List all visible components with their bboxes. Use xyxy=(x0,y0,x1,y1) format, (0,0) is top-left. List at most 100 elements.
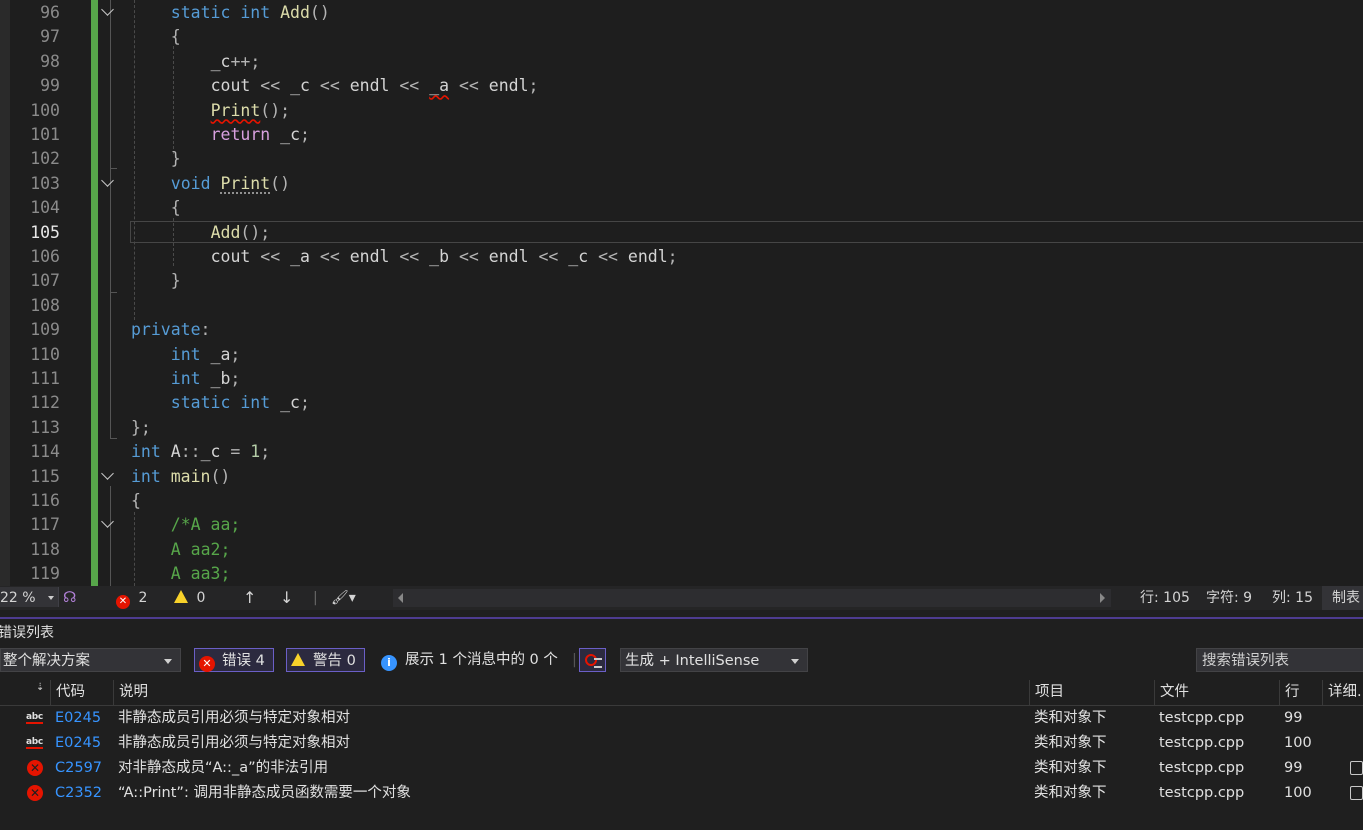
code-line[interactable]: 113}; xyxy=(0,416,1363,440)
column-header-code[interactable]: 代码 xyxy=(50,680,113,705)
collapse-chevron-icon[interactable] xyxy=(101,173,114,187)
warning-count-value: 0 xyxy=(196,590,206,606)
code-line[interactable]: 106 cout << _a << endl << _b << endl << _… xyxy=(0,245,1363,269)
copy-icon[interactable] xyxy=(1350,786,1363,800)
build-source-dropdown[interactable]: 生成 + IntelliSense xyxy=(620,648,808,672)
code-line[interactable]: 115 int main() xyxy=(0,465,1363,489)
line-number: 109 xyxy=(30,320,60,340)
line-number: 101 xyxy=(30,125,60,144)
tab-mode-indicator[interactable]: 制表 xyxy=(1322,586,1363,610)
code-text: { xyxy=(170,27,181,47)
splitter[interactable] xyxy=(0,610,1363,617)
code-line[interactable]: 119 A aa3; xyxy=(0,562,1363,586)
code-line[interactable]: 109 private: xyxy=(0,318,1363,342)
code-line[interactable]: 101 return _c; xyxy=(0,123,1363,147)
errors-filter-label: 错误 4 xyxy=(222,653,265,669)
code-line[interactable]: 116 { xyxy=(0,489,1363,513)
line-number: 108 xyxy=(30,295,60,315)
info-icon: i xyxy=(381,655,397,671)
collapse-chevron-icon[interactable] xyxy=(101,515,114,529)
error-code-link[interactable]: E0245 xyxy=(55,731,101,756)
collapse-chevron-icon[interactable] xyxy=(101,466,114,480)
error-count[interactable]: ✕ 2 xyxy=(116,589,147,609)
error-code-link[interactable]: C2352 xyxy=(55,781,102,806)
error-row[interactable]: ✕ C2352 “A::Print”: 调用非静态成员函数需要一个对象 类和对象下 te… xyxy=(0,781,1363,806)
error-row[interactable]: abc E0245 非静态成员引用必须与特定对象相对 类和对象下 testcpp.cpp… xyxy=(0,706,1363,731)
column-header-description[interactable]: 说明 xyxy=(113,680,1030,705)
code-text: int A::_c = 1; xyxy=(131,442,271,462)
error-code-link[interactable]: E0245 xyxy=(55,706,101,731)
code-text: /*A aa; xyxy=(170,515,241,535)
code-text: static int Add() xyxy=(170,3,330,22)
error-icon: ✕ xyxy=(27,760,43,776)
line-number: 102 xyxy=(30,149,60,169)
error-project: 类和对象下 xyxy=(1034,735,1107,751)
line-number: 116 xyxy=(30,491,60,510)
code-line[interactable]: 100 Print(); xyxy=(0,99,1363,123)
code-text: static int _c; xyxy=(170,393,310,413)
zoom-dropdown[interactable]: 22 % xyxy=(0,587,59,607)
code-line[interactable]: 105 Add(); xyxy=(0,221,1363,245)
line-number: 111 xyxy=(30,369,60,388)
line-number: 96 xyxy=(40,3,60,22)
warning-count[interactable]: 0 xyxy=(174,589,205,607)
code-line[interactable]: 96 static int Add() xyxy=(0,1,1363,25)
line-indicator[interactable]: 行: 105 xyxy=(1140,589,1190,607)
chevron-down-icon xyxy=(164,659,172,664)
error-file: testcpp.cpp xyxy=(1159,785,1245,801)
spell-error-icon: abc xyxy=(26,737,43,749)
horizontal-scrollbar[interactable] xyxy=(393,589,1111,607)
code-line[interactable]: 111 int _b; xyxy=(0,367,1363,391)
code-line[interactable]: 118 A aa2; xyxy=(0,538,1363,562)
code-line[interactable]: 110 int _a; xyxy=(0,343,1363,367)
code-text: Print(); xyxy=(210,100,291,120)
code-text: }; xyxy=(131,417,151,437)
search-error-list-input[interactable]: 搜索错误列表 xyxy=(1196,648,1363,672)
code-editor[interactable]: 96 static int Add() 97 {98 _c++; 99 cout << _c… xyxy=(0,0,1363,586)
collapse-chevron-icon[interactable] xyxy=(101,3,114,16)
scroll-right-icon[interactable] xyxy=(1100,593,1105,603)
code-line[interactable]: 98 _c++; xyxy=(0,50,1363,74)
warnings-filter-toggle[interactable]: 警告 0 xyxy=(286,648,365,672)
code-line[interactable]: 117 /*A aa; xyxy=(0,513,1363,537)
line-number: 97 xyxy=(40,27,60,47)
error-code-link[interactable]: C2597 xyxy=(55,756,102,781)
code-line[interactable]: 103 void Print() xyxy=(0,172,1363,196)
code-line[interactable]: 104 { xyxy=(0,196,1363,220)
arrow-up-icon[interactable]: ↑ xyxy=(243,589,256,607)
copilot-icon[interactable]: ☊ xyxy=(63,588,76,606)
code-line[interactable]: 112 static int _c; xyxy=(0,391,1363,415)
line-number: 106 xyxy=(30,247,60,266)
filter-toggle-button[interactable] xyxy=(579,648,606,672)
scroll-left-icon[interactable] xyxy=(398,593,403,603)
column-indicator[interactable]: 列: 15 xyxy=(1272,589,1313,607)
code-line[interactable]: 114 int A::_c = 1; xyxy=(0,440,1363,464)
copy-icon[interactable] xyxy=(1350,761,1363,775)
warning-icon xyxy=(291,653,305,666)
code-text: A aa2; xyxy=(170,539,231,559)
messages-filter-toggle[interactable]: i 展示 1 个消息中的 0 个 xyxy=(381,648,558,672)
error-description: 非静态成员引用必须与特定对象相对 xyxy=(118,735,350,751)
code-line[interactable]: 107} xyxy=(0,269,1363,293)
code-line[interactable]: 97 { xyxy=(0,25,1363,49)
error-row[interactable]: ✕ C2597 对非静态成员“A::_a”的非法引用 类和对象下 testcpp.cpp… xyxy=(0,756,1363,781)
arrow-down-icon[interactable]: ↓ xyxy=(280,589,293,607)
code-line[interactable]: 99 cout << _c << endl << _a << endl; xyxy=(0,74,1363,98)
column-header-project[interactable]: 项目 xyxy=(1029,680,1154,705)
brush-icon[interactable]: 🖌▾ xyxy=(331,589,356,607)
column-header-file[interactable]: 文件 xyxy=(1154,680,1279,705)
column-header-detail[interactable]: 详细. xyxy=(1322,680,1363,705)
column-header-line[interactable]: 行 xyxy=(1279,680,1322,705)
code-text: { xyxy=(170,198,181,218)
sort-icon[interactable]: ⇣ xyxy=(36,682,44,693)
code-line[interactable]: 108 xyxy=(0,294,1363,318)
errors-filter-toggle[interactable]: ✕ 错误 4 xyxy=(194,648,274,672)
char-indicator[interactable]: 字符: 9 xyxy=(1206,589,1252,607)
error-count-value: 2 xyxy=(138,590,148,606)
line-number: 117 xyxy=(30,515,60,535)
error-row[interactable]: abc E0245 非静态成员引用必须与特定对象相对 类和对象下 testcpp.cpp… xyxy=(0,731,1363,756)
code-text: A aa3; xyxy=(170,564,231,584)
scope-dropdown[interactable]: 整个解决方案 xyxy=(0,648,181,672)
code-line[interactable]: 102} xyxy=(0,147,1363,171)
error-icon: ✕ xyxy=(27,785,43,801)
